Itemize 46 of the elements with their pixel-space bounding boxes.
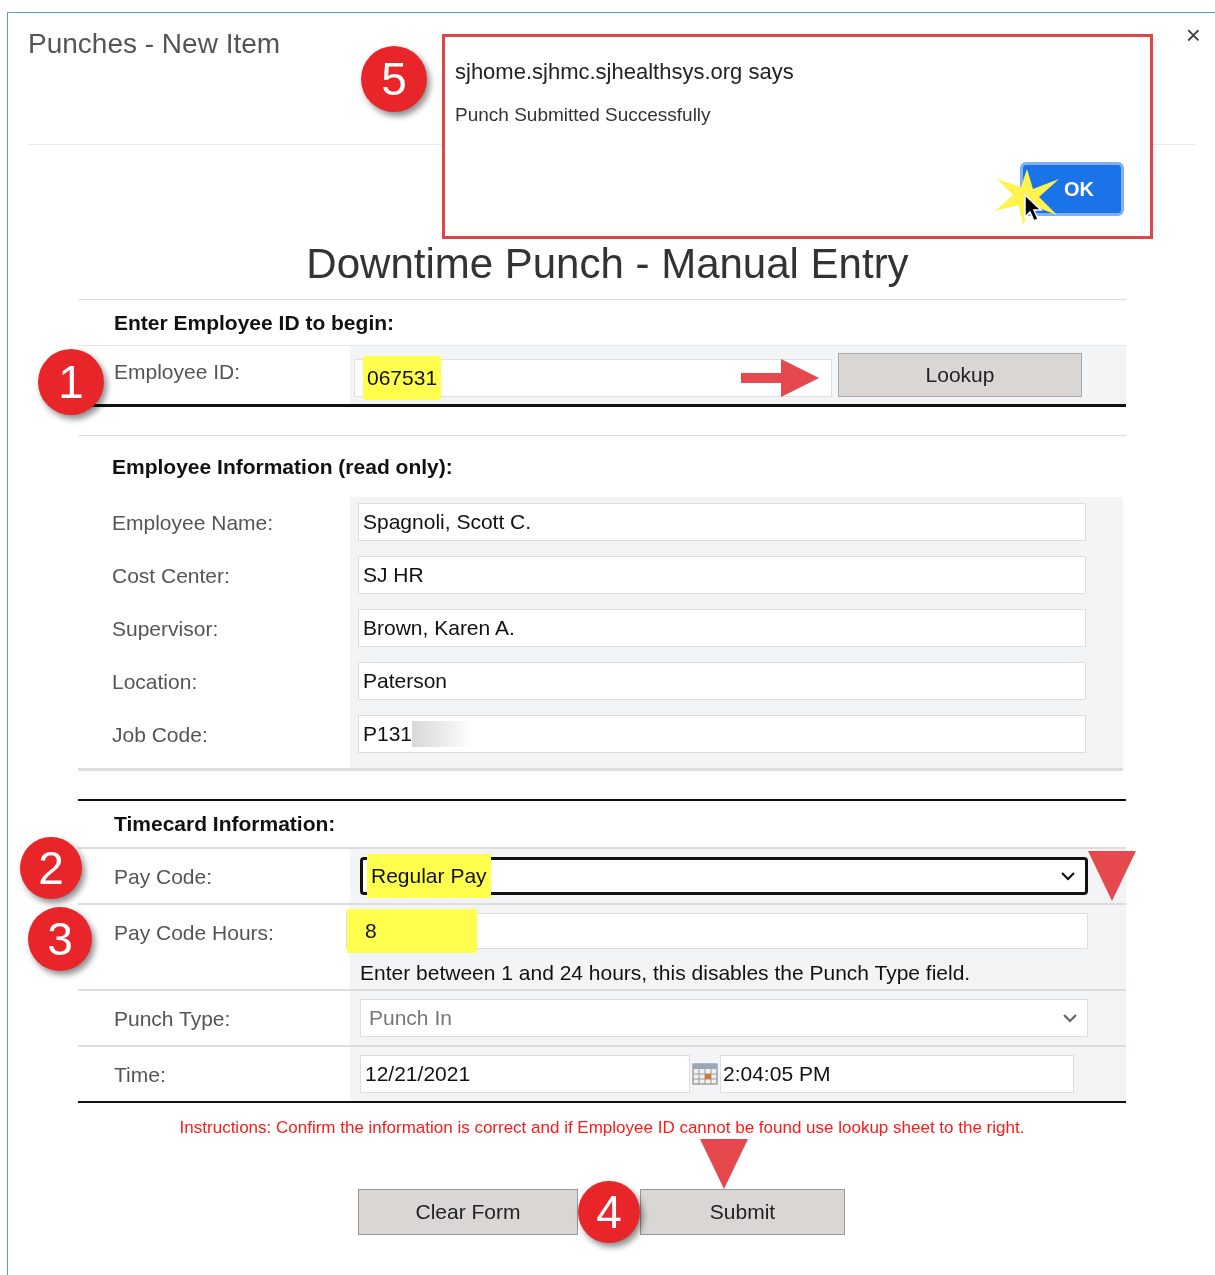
clear-form-button[interactable]: Clear Form [358,1188,578,1235]
pointer-triangle-icon [1088,851,1136,901]
dropdown[interactable]: Regular Pay [360,857,1088,895]
field-value: P131 [363,721,413,748]
step-number-badge: 5 [361,46,427,112]
calendar-icon [692,1063,718,1085]
form-heading: Downtime Punch - Manual Entry [306,243,909,285]
field-label: Location: [112,670,198,693]
instructions-text: Instructions: Confirm the information is correct and if Employee ID cannot be found use lookup sheet to the right. [179,1117,1025,1139]
date-field[interactable]: 12/21/2021 [360,1055,690,1093]
field-label: Supervisor: [112,617,219,640]
field-label: Time: [114,1063,166,1086]
field-value: SJ HR [363,562,424,589]
section-title: Timecard Information: [114,811,336,838]
field-value: Punch In [368,1005,453,1032]
field-value: Regular Pay [367,854,491,898]
field-label: Employee Name: [112,511,274,534]
step-number-badge: 3 [28,907,92,971]
submit-button[interactable]: Submit [640,1188,845,1235]
field-hint: Enter between 1 and 24 hours, this disables the Punch Type field. [360,960,972,986]
pointer-triangle-icon [700,1138,748,1189]
step-number-badge: 4 [578,1180,640,1243]
field-value: 8 [347,909,477,953]
field-label: Cost Center: [112,564,230,587]
step-number-badge: 2 [20,837,82,899]
alert-message: Punch Submitted Successfully [455,105,712,124]
field-value: Paterson [363,668,448,695]
field-label: Job Code: [112,723,208,746]
time-field[interactable]: 2:04:05 PM [720,1055,1074,1093]
dialog-title: Punches - New Item [28,30,281,61]
close-button[interactable]: × [1185,22,1201,48]
field-label: Pay Code Hours: [114,921,274,944]
chevron-down-icon [1061,871,1075,881]
section-title: Employee Information (read only): [112,453,453,480]
lookup-button[interactable]: Lookup [838,353,1082,397]
field-value: 067531 [363,356,442,400]
chevron-down-icon [1063,1013,1077,1023]
step-number-badge: 1 [38,349,104,415]
field-value: Spagnoli, Scott C. [363,509,532,536]
field-label: Employee ID: [114,360,241,383]
field-value: Brown, Karen A. [363,615,515,642]
employee-id-field[interactable]: 067531 [354,359,832,397]
section-title: Enter Employee ID to begin: [114,309,395,336]
field-label: Pay Code: [114,865,213,888]
field-label: Punch Type: [114,1007,231,1030]
alert-origin: sjhome.sjhmc.sjhealthsys.org says [455,61,795,83]
